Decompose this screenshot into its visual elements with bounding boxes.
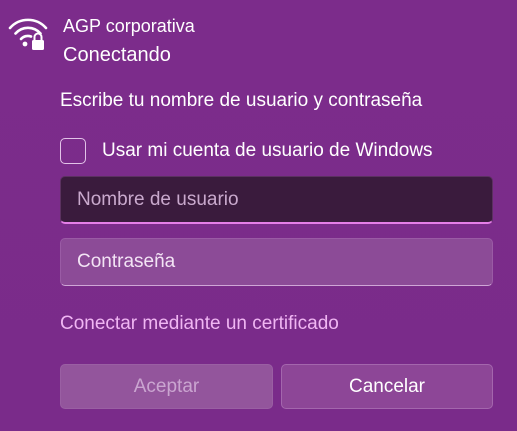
connect-with-certificate-link[interactable]: Conectar mediante un certificado: [60, 311, 339, 337]
username-placeholder: Nombre de usuario: [77, 188, 239, 210]
wifi-secured-icon: [8, 18, 48, 50]
network-name: AGP corporativa: [63, 16, 195, 36]
password-field[interactable]: Contraseña: [60, 238, 493, 286]
credentials-prompt: Escribe tu nombre de usuario y contraseñ…: [60, 90, 423, 111]
accept-button[interactable]: Aceptar: [60, 364, 273, 409]
wifi-auth-panel: AGP corporativa Conectando Escribe tu no…: [0, 0, 517, 431]
username-field[interactable]: Nombre de usuario: [60, 176, 493, 224]
connection-status: Conectando: [63, 44, 171, 66]
use-windows-account-label[interactable]: Usar mi cuenta de usuario de Windows: [102, 138, 433, 164]
use-windows-account-option[interactable]: Usar mi cuenta de usuario de Windows: [60, 137, 433, 165]
use-windows-account-checkbox[interactable]: [60, 138, 86, 164]
cancel-button[interactable]: Cancelar: [281, 364, 493, 409]
password-placeholder: Contraseña: [77, 251, 176, 272]
